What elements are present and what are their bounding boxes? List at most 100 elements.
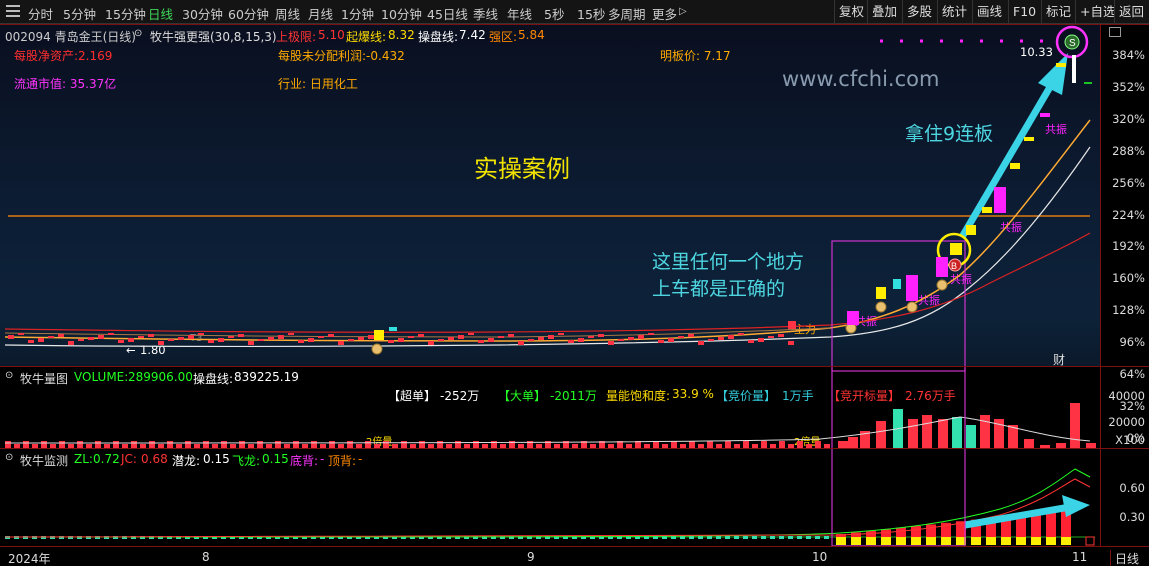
candle [688,334,694,337]
candle [498,336,504,338]
monitor-bar [788,536,793,539]
period-30min[interactable]: 30分钟 [182,4,223,23]
multi-stock-button[interactable]: 多股 [902,0,936,24]
year-label: 2024年 [8,552,51,566]
monitor-chart [4,449,1095,547]
candle [328,334,334,337]
monitor-bar [797,536,802,539]
month-label: 11 [1072,550,1088,564]
candle [418,334,424,337]
draw-line-button[interactable]: 画线 [972,0,1006,24]
candle [148,334,154,337]
more-arrow-icon[interactable]: ▷ [679,6,687,17]
percent-tick: 384% [1112,48,1145,62]
period-5sec[interactable]: 5秒 [544,4,564,23]
candle [18,333,24,335]
period-5min[interactable]: 5分钟 [63,4,96,23]
candle [448,337,454,340]
percent-tick: 352% [1112,79,1145,94]
period-1min[interactable]: 1分钟 [341,4,374,23]
candle [847,311,859,325]
monitor-tick: 0.60 [1119,481,1145,495]
candle [368,335,374,339]
monitor-bar [734,536,739,539]
candle [738,333,744,335]
candle [518,341,524,345]
jc-line [4,478,1091,538]
month-label: 8 [202,550,210,564]
period-15sec[interactable]: 15秒 [577,4,605,23]
monitor-bar [815,536,820,539]
candle [48,336,54,338]
candle [128,338,134,342]
volume-panel[interactable]: ⊙ 牧牛量图 VOLUME: 289906.00 操盘线: 839225.19 … [0,366,1100,449]
candle [698,341,704,345]
period-60min[interactable]: 60分钟 [228,4,269,23]
add-watchlist-button[interactable]: +自选 [1075,0,1119,24]
candle [288,333,294,335]
monitor-axis: 0.60 0.30 [1100,448,1149,546]
candle [108,333,114,335]
candle [893,279,901,289]
monitor-bar [14,536,19,539]
candle [728,335,734,339]
period-monthly[interactable]: 月线 [308,4,333,23]
overlay-button[interactable]: 叠加 [867,0,901,24]
monitor-bar [752,536,757,539]
candle [188,335,194,339]
back-button[interactable]: 返回 [1114,0,1149,24]
candle [278,335,284,339]
candle [538,337,544,340]
monitor-bar [779,536,784,539]
period-45day[interactable]: 45日线 [427,4,468,23]
candle [588,336,594,338]
candle [1056,63,1066,67]
monitor-panel[interactable]: ⊙ 牧牛监测 ZL: 0.72 JC: 0.68 潜龙: 0.15 飞龙: 0.… [0,448,1100,547]
period-fenshi[interactable]: 分时 [28,4,53,23]
candle [478,340,484,343]
candle [389,327,397,331]
candle [966,225,976,235]
percent-axis: 384% 352% 320% 288% 256% 224% 192% 160% 128% 96% 6… [1100,24,1149,445]
period-daily[interactable]: 日线 [148,4,173,23]
period-multi[interactable]: 多周期 [608,4,646,23]
period-quarterly[interactable]: 季线 [473,4,498,23]
month-label: 10 [812,550,828,564]
candle [338,341,344,345]
percent-tick: 128% [1112,303,1145,318]
candle [468,333,474,335]
ma-red-line [4,232,1091,333]
percent-tick: 224% [1112,207,1145,222]
kline-panel[interactable]: 002094 青岛金王(日线) ⊙ 牧牛强更强(30,8,15,3) 上极限: … [0,24,1100,372]
monitor-bar [941,537,951,545]
volume-tick: 20000 [1108,415,1145,429]
statistics-button[interactable]: 统计 [937,0,971,24]
menu-icon[interactable] [6,5,20,19]
percent-tick: 256% [1112,175,1145,190]
period-weekly[interactable]: 周线 [275,4,300,23]
period-15min[interactable]: 15分钟 [105,4,146,23]
candle [658,340,664,343]
period-10min[interactable]: 10分钟 [381,4,422,23]
monitor-bar [986,537,996,545]
candle [568,340,574,343]
candle [348,339,354,341]
monitor-bar [689,536,694,539]
mark-button[interactable]: 标记 [1041,0,1075,24]
candle [678,336,684,338]
candle [558,333,564,335]
monitor-bar [716,536,721,539]
period-yearly[interactable]: 年线 [507,4,532,23]
window-icon[interactable] [1109,27,1121,37]
restore-rights-button[interactable]: 复权 [834,0,868,24]
monitor-bar [836,537,846,545]
candle [88,337,94,340]
f10-button[interactable]: F10 [1008,0,1040,24]
period-tag[interactable]: 日线 [1110,550,1139,566]
candle [358,337,364,340]
percent-tick: 160% [1112,271,1145,286]
expand-icon [1085,536,1095,546]
period-more[interactable]: 更多 [652,4,677,23]
candle [374,330,384,340]
candle [98,335,104,339]
